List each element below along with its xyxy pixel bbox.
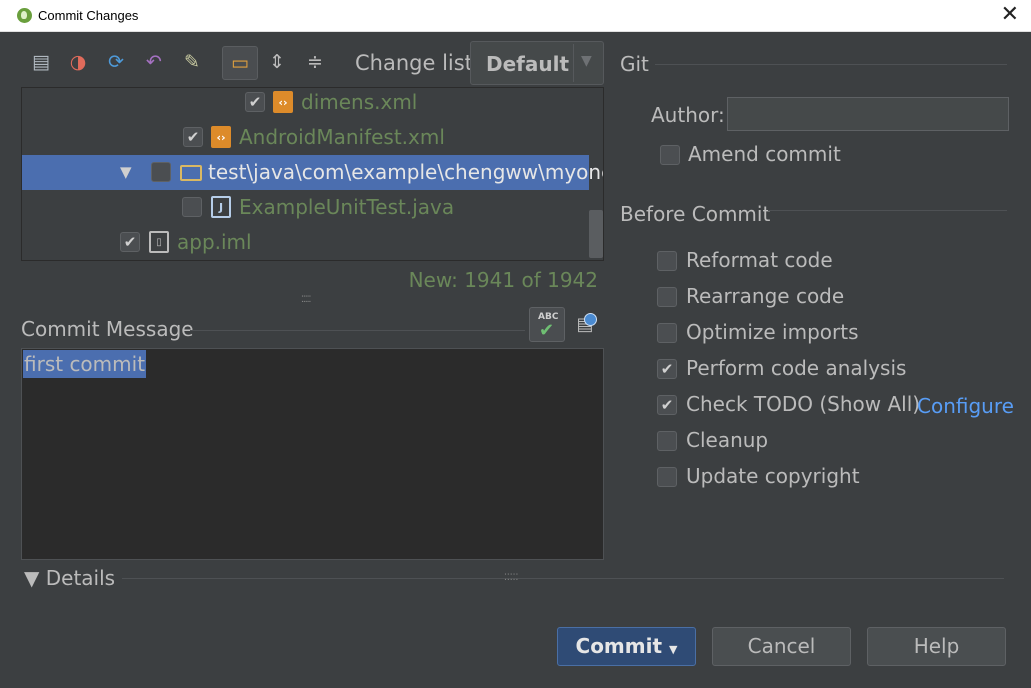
- optimize-imports-checkbox[interactable]: [657, 323, 677, 343]
- help-button[interactable]: Help: [867, 627, 1006, 666]
- option-label: Perform code analysis: [686, 356, 907, 380]
- amend-commit-checkbox[interactable]: [660, 145, 680, 165]
- commit-message-text: first commit: [23, 350, 147, 378]
- author-input[interactable]: [727, 97, 1009, 131]
- close-icon[interactable]: ✕: [1001, 2, 1019, 27]
- folder-icon: [180, 165, 202, 181]
- divider: [190, 330, 525, 331]
- tree-row-label: app.iml: [177, 230, 252, 254]
- changelist-value: Default: [486, 52, 570, 76]
- chevron-down-icon: ▼: [669, 643, 678, 656]
- splitter-grip[interactable]: ⁚⁚⁚⁚⁚: [504, 573, 518, 583]
- amend-commit-label: Amend commit: [688, 142, 841, 166]
- expand-all-icon[interactable]: ⇕: [262, 47, 292, 77]
- java-file-icon: J: [211, 196, 231, 218]
- perform-code-analysis-checkbox[interactable]: ✔: [657, 359, 677, 379]
- commit-history-button[interactable]: ▤: [571, 311, 599, 339]
- option-label: Update copyright: [686, 464, 860, 488]
- option-label: Reformat code: [686, 248, 833, 272]
- tree-row[interactable]: J ExampleUnitTest.java: [22, 190, 589, 225]
- new-files-count: New: 1941 of 1942: [408, 268, 598, 292]
- git-section-label: Git: [620, 52, 649, 76]
- check-todo-checkbox[interactable]: ✔: [657, 395, 677, 415]
- tree-row-checkbox[interactable]: ✔: [183, 127, 203, 147]
- help-button-label: Help: [913, 634, 960, 658]
- tree-row-checkbox[interactable]: ✔: [120, 232, 140, 252]
- window-title: Commit Changes: [38, 8, 139, 23]
- cancel-button[interactable]: Cancel: [712, 627, 851, 666]
- tree-row[interactable]: ✔ ‹› AndroidManifest.xml: [22, 120, 589, 155]
- option-label: Rearrange code: [686, 284, 845, 308]
- details-label: Details: [45, 566, 116, 590]
- changes-tree[interactable]: ✔ ‹› dimens.xml ✔ ‹› AndroidManifest.xml…: [21, 87, 604, 261]
- tree-row-label: AndroidManifest.xml: [239, 125, 445, 149]
- tree-vertical-scrollbar[interactable]: [589, 210, 603, 258]
- author-label: Author:: [651, 103, 725, 127]
- android-studio-icon: [17, 8, 32, 23]
- tree-row-label: dimens.xml: [301, 90, 418, 114]
- commit-button-label: Commit: [575, 634, 663, 658]
- option-label: Check TODO (Show All): [686, 392, 921, 416]
- update-copyright-checkbox[interactable]: [657, 467, 677, 487]
- expand-triangle-icon[interactable]: ▼: [120, 163, 132, 181]
- divider: [122, 578, 1004, 579]
- changelist-label: Change list:: [355, 51, 480, 75]
- chevron-down-icon: ▼: [581, 53, 592, 69]
- xml-file-icon: ‹›: [273, 91, 293, 113]
- tree-row-label: test\java\com\example\chengww\myone: [208, 160, 604, 184]
- splitter-grip[interactable]: ⁚⁚⁚⁚⁚: [301, 295, 311, 305]
- tree-row-label: ExampleUnitTest.java: [239, 195, 455, 219]
- iml-file-icon: ▯: [149, 231, 169, 253]
- tree-row-checkbox[interactable]: [182, 197, 202, 217]
- move-to-changelist-icon[interactable]: ◑: [63, 47, 93, 77]
- changelist-dropdown[interactable]: Default ▼: [470, 41, 604, 85]
- configure-todo-link[interactable]: Configure: [917, 394, 1014, 418]
- commit-dialog: ▤ ◑ ⟳ ↶ ✎ ▭ ⇕ ≑ Change list: Default ▼ ✔…: [0, 32, 1031, 688]
- before-commit-section-label: Before Commit: [620, 202, 771, 226]
- rollback-icon[interactable]: ↶: [139, 47, 169, 77]
- clock-icon: [584, 313, 597, 326]
- rearrange-code-checkbox[interactable]: [657, 287, 677, 307]
- option-label: Cleanup: [686, 428, 769, 452]
- tree-row[interactable]: ✔ ‹› dimens.xml: [22, 88, 589, 120]
- tree-row[interactable]: ✔ ▯ app.iml: [22, 225, 589, 260]
- reformat-code-checkbox[interactable]: [657, 251, 677, 271]
- cleanup-checkbox[interactable]: [657, 431, 677, 451]
- divider: [655, 64, 1007, 65]
- spellcheck-button[interactable]: ABC ✔: [529, 307, 565, 342]
- option-label: Optimize imports: [686, 320, 859, 344]
- xml-file-icon: ‹›: [211, 126, 231, 148]
- details-toggle[interactable]: ▼ Details: [24, 566, 115, 590]
- tree-row-checkbox[interactable]: ✔: [245, 92, 265, 112]
- show-diff-icon[interactable]: ▤: [26, 47, 56, 77]
- divider: [768, 210, 1007, 211]
- refresh-icon[interactable]: ⟳: [101, 47, 131, 77]
- tree-row[interactable]: ▼ test\java\com\example\chengww\myone: [22, 155, 603, 190]
- commit-message-textarea[interactable]: first commit: [21, 348, 604, 560]
- edit-source-icon[interactable]: ✎: [177, 47, 207, 77]
- title-bar: Commit Changes ✕: [0, 0, 1031, 32]
- check-icon: ✔: [539, 320, 555, 341]
- group-by-directory-icon[interactable]: ▭: [222, 46, 258, 80]
- commit-message-label: Commit Message: [21, 317, 194, 341]
- cancel-button-label: Cancel: [747, 634, 816, 658]
- commit-button[interactable]: Commit ▼: [557, 627, 696, 666]
- collapse-all-icon[interactable]: ≑: [300, 47, 330, 77]
- tree-row-checkbox[interactable]: [151, 162, 171, 182]
